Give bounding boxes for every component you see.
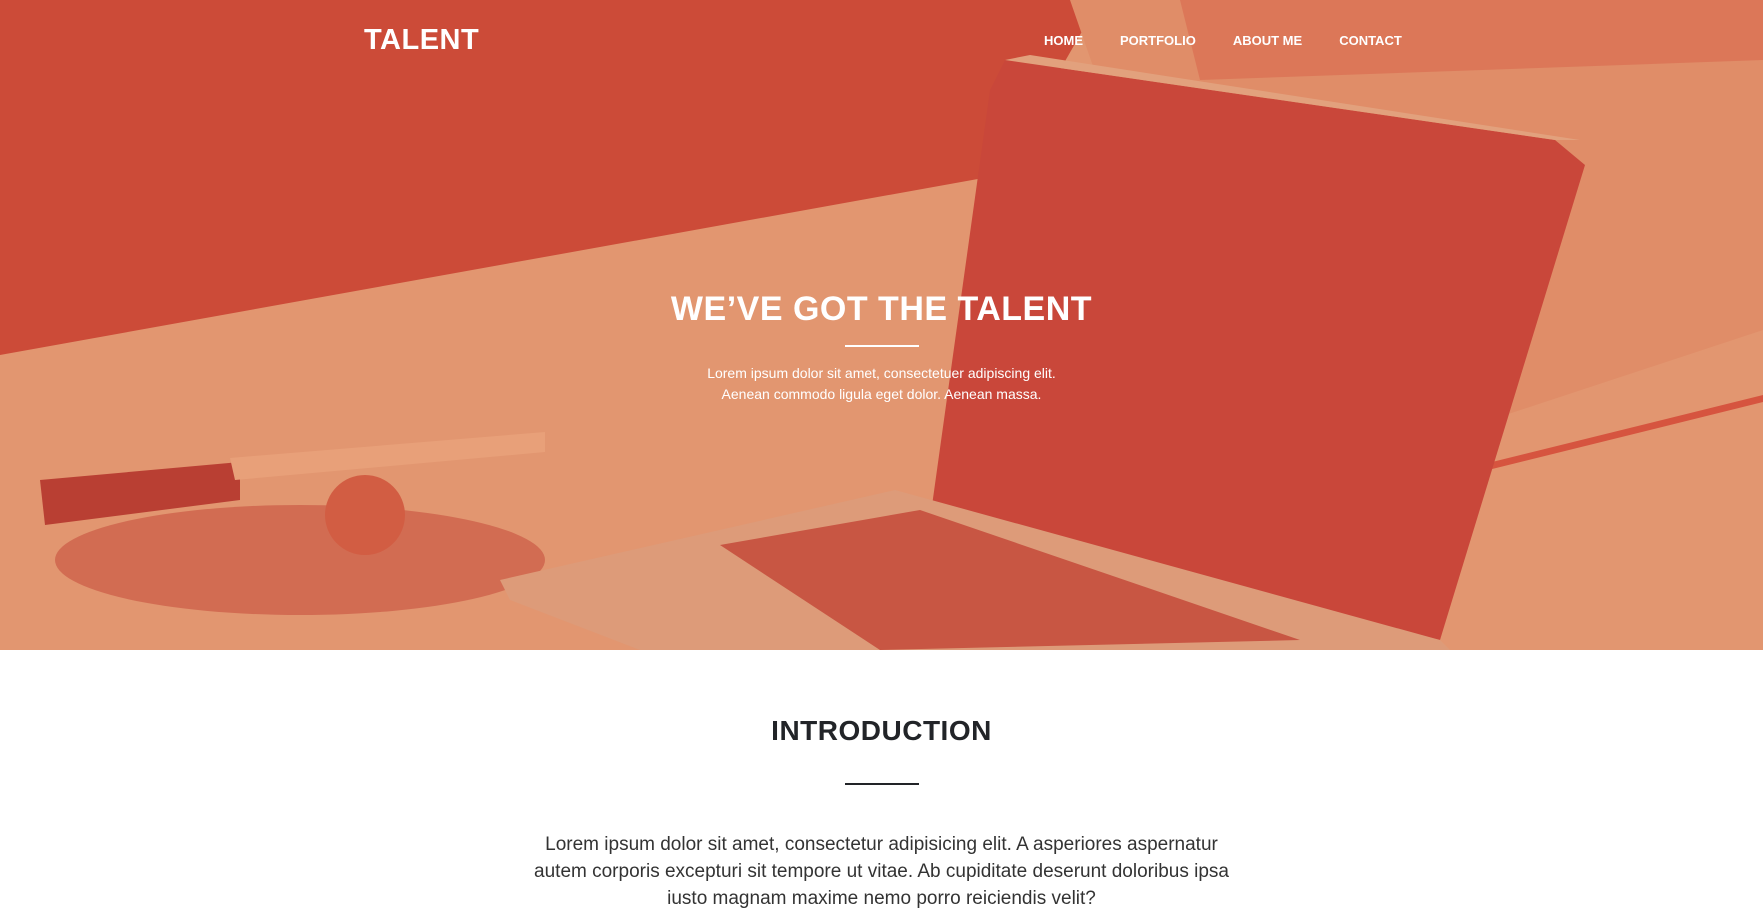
nav-item-about-me[interactable]: ABOUT ME: [1233, 33, 1302, 48]
hero-title: WE’VE GOT THE TALENT: [670, 290, 1093, 328]
hero-subtitle-line-1: Lorem ipsum dolor sit amet, consectetuer…: [707, 365, 1056, 381]
hero-subtitle: Lorem ipsum dolor sit amet, consectetuer…: [0, 363, 1763, 405]
introduction-title: INTRODUCTION: [771, 715, 992, 746]
nav-item-home[interactable]: HOME: [1044, 33, 1083, 48]
introduction-divider: [844, 783, 919, 785]
nav-menu: HOME PORTFOLIO ABOUT ME CONTACT: [1044, 33, 1439, 48]
top-navigation: TALENT HOME PORTFOLIO ABOUT ME CONTACT: [0, 0, 1763, 80]
hero-content: WE’VE GOT THE TALENT Lorem ipsum dolor s…: [0, 290, 1763, 405]
hero-section: TALENT HOME PORTFOLIO ABOUT ME CONTACT W…: [0, 0, 1763, 650]
introduction-body: Lorem ipsum dolor sit amet, consectetur …: [534, 834, 1229, 909]
nav-item-contact[interactable]: CONTACT: [1339, 33, 1402, 48]
nav-item-portfolio[interactable]: PORTFOLIO: [1120, 33, 1196, 48]
introduction-section: INTRODUCTION Lorem ipsum dolor sit amet,…: [0, 650, 1763, 909]
hero-divider: [844, 345, 919, 347]
hero-subtitle-line-2: Aenean commodo ligula eget dolor. Aenean…: [721, 386, 1042, 402]
brand-logo[interactable]: TALENT: [364, 24, 479, 57]
